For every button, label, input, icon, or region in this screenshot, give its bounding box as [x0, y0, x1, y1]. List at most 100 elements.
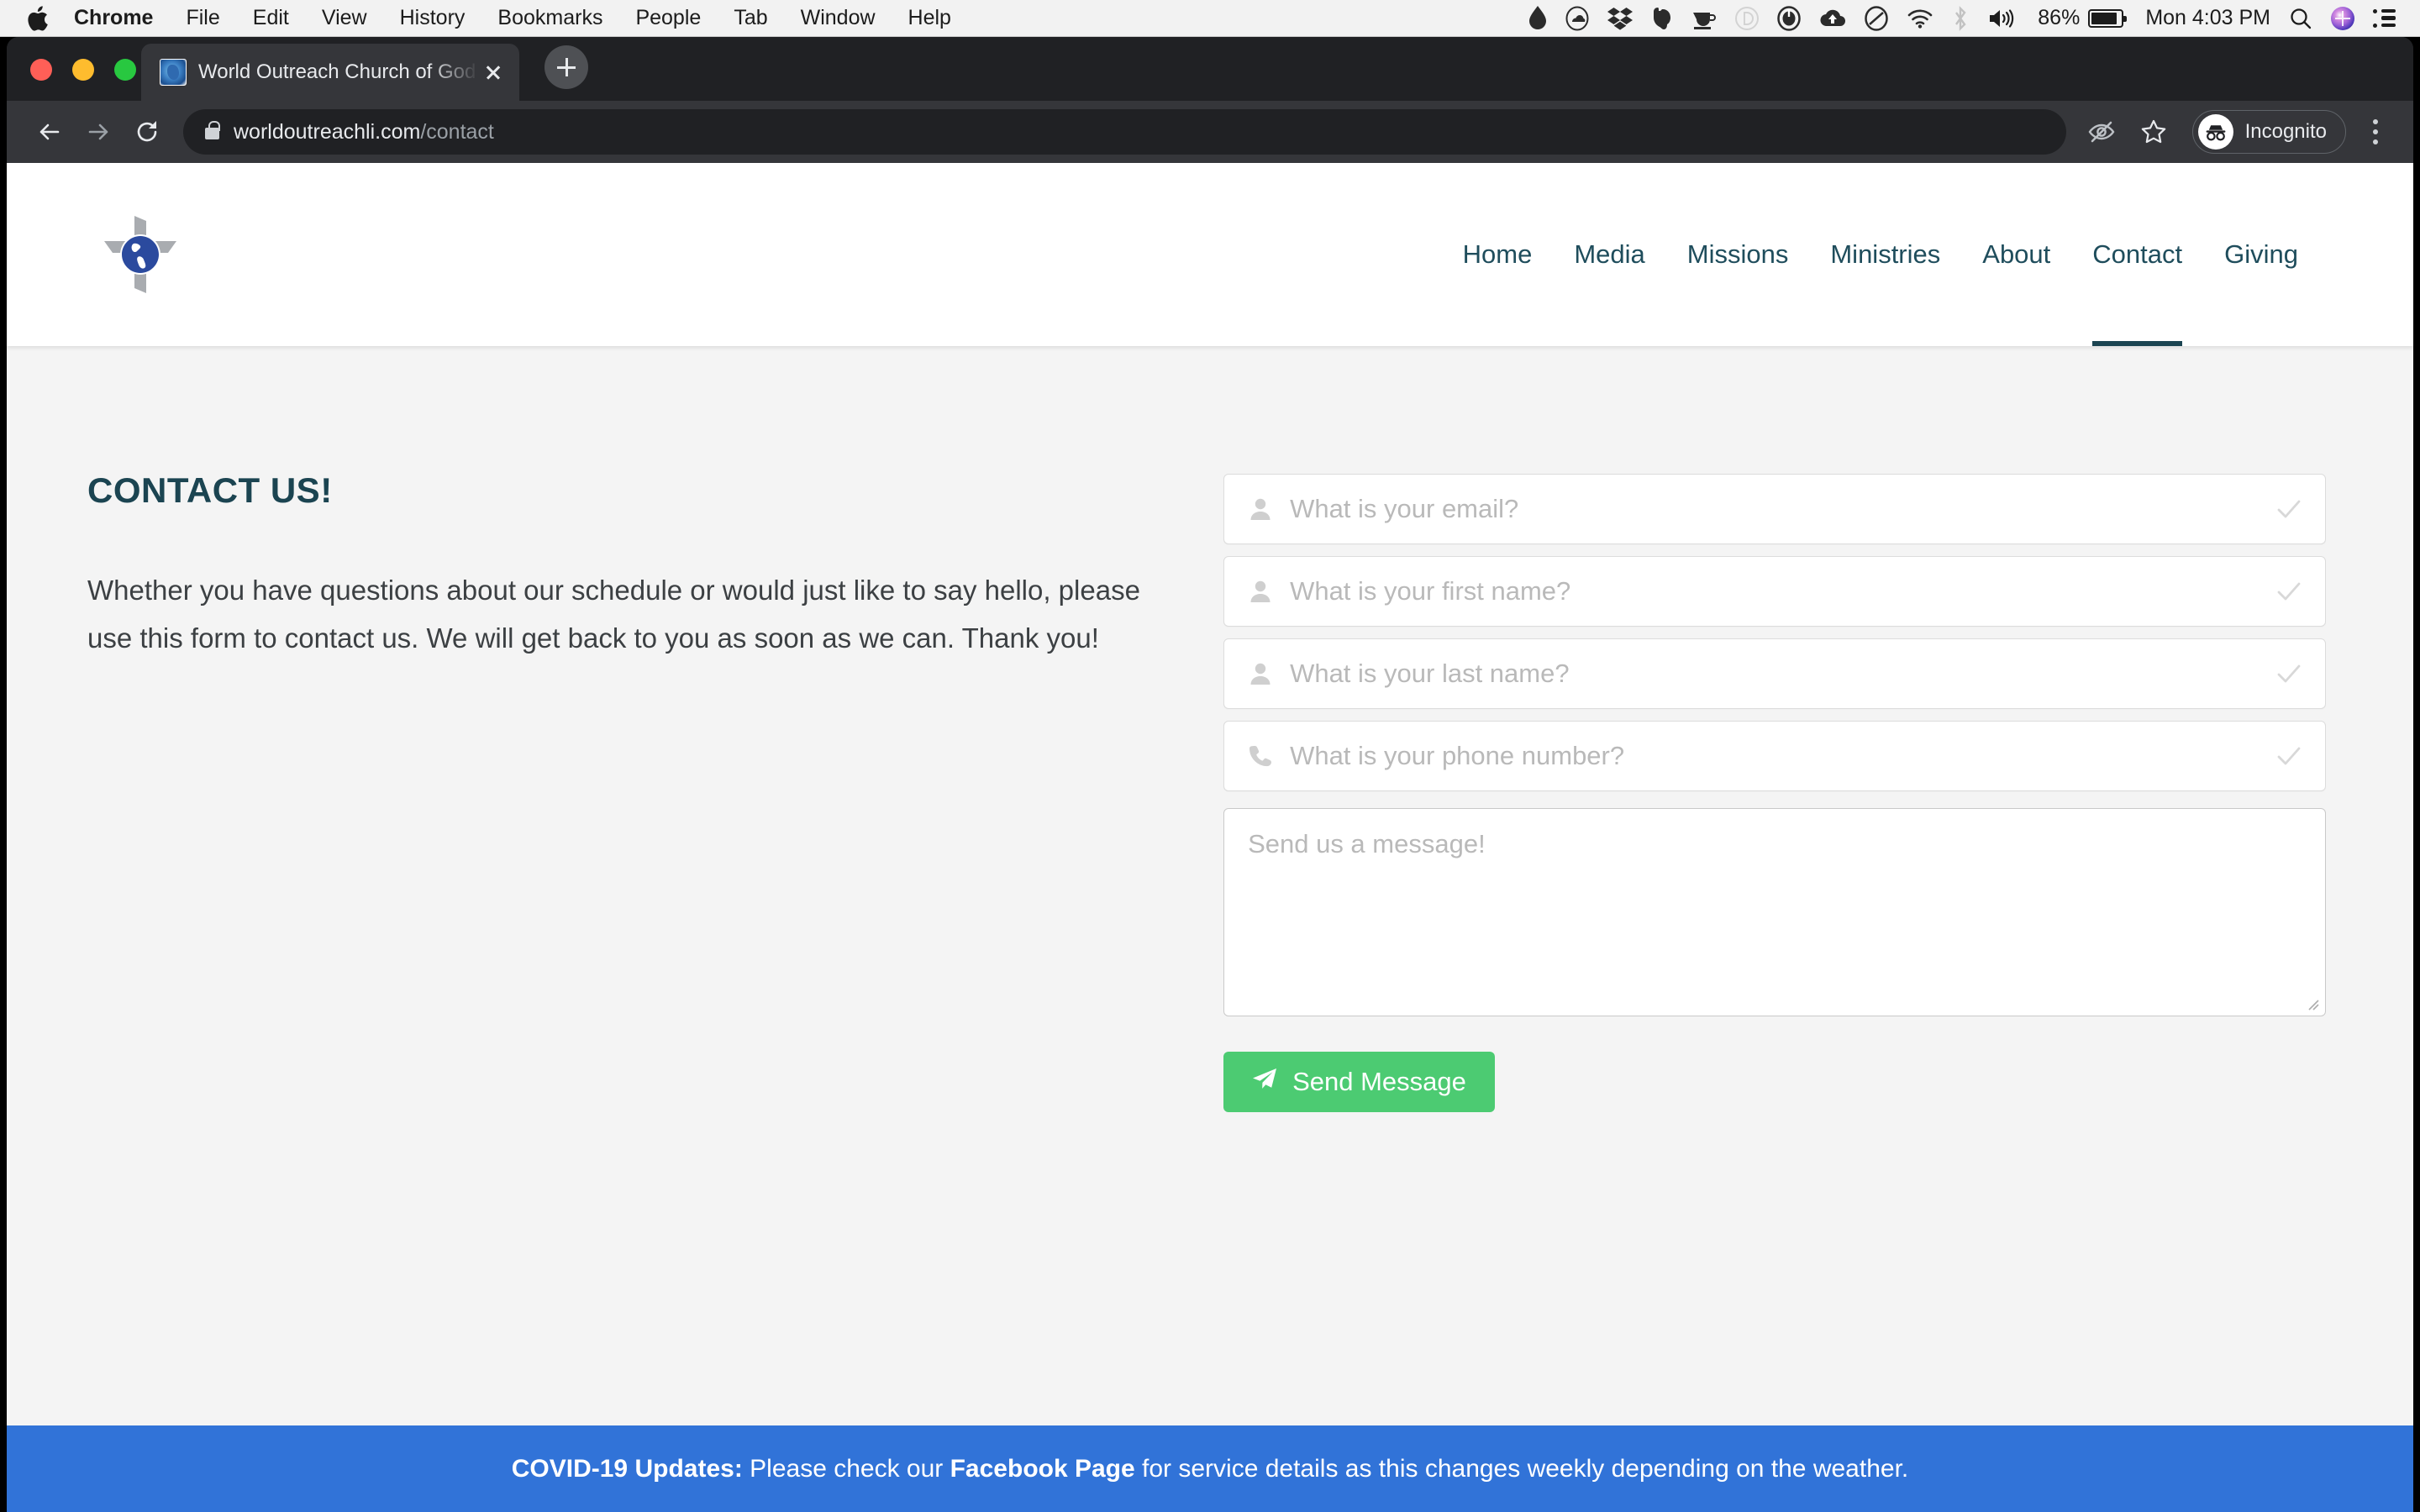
- nav-item-contact[interactable]: Contact: [2071, 163, 2203, 346]
- apple-logo-icon[interactable]: [27, 5, 49, 31]
- check-icon: [2275, 663, 2303, 685]
- paper-plane-icon: [1252, 1067, 1277, 1097]
- clock-label[interactable]: Mon 4:03 PM: [2145, 6, 2270, 30]
- last-name-input[interactable]: [1290, 659, 2275, 689]
- menu-people[interactable]: People: [635, 6, 701, 30]
- menu-window[interactable]: Window: [801, 6, 876, 30]
- resize-handle[interactable]: [2304, 995, 2319, 1011]
- siri-icon[interactable]: [2331, 4, 2354, 33]
- check-icon: [2275, 580, 2303, 602]
- browser-tab[interactable]: World Outreach Church of God: [141, 44, 519, 101]
- kebab-menu-icon[interactable]: [2356, 108, 2395, 155]
- incognito-icon: [2197, 114, 2233, 150]
- covid-banner: COVID-19 Updates: Please check our Faceb…: [7, 1425, 2413, 1512]
- tab-strip: World Outreach Church of God: [7, 37, 2413, 101]
- nav-item-ministries[interactable]: Ministries: [1809, 163, 1961, 346]
- address-bar[interactable]: worldoutreachli.com/contact: [183, 109, 2066, 155]
- maximize-window-button[interactable]: [114, 59, 136, 81]
- last-name-field-row[interactable]: [1223, 638, 2326, 709]
- url-text: worldoutreachli.com/contact: [234, 120, 494, 144]
- bluetooth-icon[interactable]: [1952, 4, 1969, 33]
- menu-history[interactable]: History: [400, 6, 466, 30]
- check-icon: [2275, 745, 2303, 767]
- message-textarea[interactable]: [1248, 829, 2302, 995]
- close-icon[interactable]: [479, 58, 508, 87]
- star-icon[interactable]: [2130, 108, 2177, 155]
- site-navigation: Home Media Missions Ministries About Con…: [1442, 163, 2319, 346]
- coffee-cup-icon[interactable]: [1691, 4, 1717, 33]
- url-path: /contact: [420, 119, 494, 144]
- menu-bar-status-area: 86% Mon 4:03 PM: [1510, 4, 2420, 33]
- wifi-icon[interactable]: [1907, 4, 1933, 33]
- nav-item-about[interactable]: About: [1961, 163, 2071, 346]
- dropbox-icon[interactable]: [1607, 4, 1634, 33]
- web-page-viewport: Home Media Missions Ministries About Con…: [7, 163, 2413, 1512]
- battery-icon[interactable]: [2088, 8, 2128, 28]
- menu-file[interactable]: File: [186, 6, 219, 30]
- volume-icon[interactable]: [1987, 4, 2016, 33]
- power-circle-icon[interactable]: [1777, 4, 1802, 33]
- first-name-input[interactable]: [1290, 576, 2275, 606]
- menu-edit[interactable]: Edit: [253, 6, 289, 30]
- back-arrow-icon[interactable]: [25, 108, 74, 156]
- covid-banner-text: COVID-19 Updates: Please check our Faceb…: [512, 1455, 1909, 1483]
- email-input[interactable]: [1290, 494, 2275, 524]
- person-icon: [1248, 580, 1273, 603]
- evernote-elephant-icon[interactable]: [1651, 4, 1673, 33]
- message-field-row[interactable]: [1223, 808, 2326, 1016]
- incognito-indicator[interactable]: Incognito: [2191, 110, 2346, 154]
- phone-input[interactable]: [1290, 741, 2275, 771]
- intro-paragraph: Whether you have questions about our sch…: [87, 575, 1140, 654]
- menu-bar-left: Chrome File Edit View History Bookmarks …: [0, 5, 984, 31]
- page-title: CONTACT US!: [87, 470, 333, 510]
- forward-arrow-icon[interactable]: [74, 108, 123, 156]
- search-icon[interactable]: [2289, 4, 2312, 33]
- toolbar-right-actions: Incognito: [2078, 108, 2395, 155]
- nav-item-home[interactable]: Home: [1442, 163, 1554, 346]
- site-header: Home Media Missions Ministries About Con…: [7, 163, 2413, 346]
- nav-item-giving[interactable]: Giving: [2203, 163, 2319, 346]
- d-circle-icon[interactable]: [1735, 4, 1760, 33]
- window-controls: [7, 59, 136, 101]
- new-tab-button[interactable]: [544, 45, 588, 89]
- menu-tab[interactable]: Tab: [734, 6, 767, 30]
- page-content: CONTACT US! Whether you have questions a…: [7, 346, 2413, 1112]
- incognito-label: Incognito: [2244, 120, 2327, 143]
- cloud-upload-icon[interactable]: [1819, 4, 1846, 33]
- phone-icon: [1248, 744, 1273, 768]
- browser-toolbar: worldoutreachli.com/contact Incognito: [7, 101, 2413, 163]
- facebook-page-link[interactable]: Facebook Page: [950, 1455, 1135, 1483]
- send-message-label: Send Message: [1292, 1067, 1466, 1096]
- first-name-field-row[interactable]: [1223, 556, 2326, 627]
- nav-item-media[interactable]: Media: [1553, 163, 1665, 346]
- oval-slash-icon[interactable]: [1865, 4, 1889, 33]
- reload-icon[interactable]: [123, 108, 171, 156]
- nav-item-missions[interactable]: Missions: [1666, 163, 1810, 346]
- contact-form: Send Message: [1223, 470, 2326, 1112]
- url-domain: worldoutreachli.com: [234, 119, 421, 144]
- tab-title: World Outreach Church of God: [198, 60, 476, 83]
- menu-view[interactable]: View: [322, 6, 367, 30]
- minimize-window-button[interactable]: [72, 59, 94, 81]
- person-icon: [1248, 497, 1273, 521]
- covid-banner-text-1: Please check our: [742, 1454, 950, 1483]
- cloud-oval-icon[interactable]: [1565, 4, 1589, 33]
- covid-banner-prefix: COVID-19 Updates:: [511, 1454, 743, 1483]
- eye-off-icon[interactable]: [2078, 108, 2125, 155]
- person-icon: [1248, 662, 1273, 685]
- contact-info-column: CONTACT US! Whether you have questions a…: [87, 470, 1223, 1112]
- globe-favicon-icon: [160, 59, 187, 86]
- control-center-icon[interactable]: [2373, 4, 2396, 33]
- send-message-button[interactable]: Send Message: [1223, 1052, 1495, 1112]
- email-field-row[interactable]: [1223, 474, 2326, 544]
- menu-chrome[interactable]: Chrome: [74, 6, 153, 30]
- phone-field-row[interactable]: [1223, 721, 2326, 791]
- teardrop-icon[interactable]: [1528, 4, 1547, 33]
- menu-bookmarks[interactable]: Bookmarks: [497, 6, 602, 30]
- church-cross-globe-logo[interactable]: [94, 209, 187, 300]
- lock-icon: [205, 121, 220, 139]
- covid-banner-text-2: for service details as this changes week…: [1134, 1454, 1909, 1483]
- check-icon: [2275, 498, 2303, 520]
- menu-help[interactable]: Help: [908, 6, 951, 30]
- close-window-button[interactable]: [30, 59, 52, 81]
